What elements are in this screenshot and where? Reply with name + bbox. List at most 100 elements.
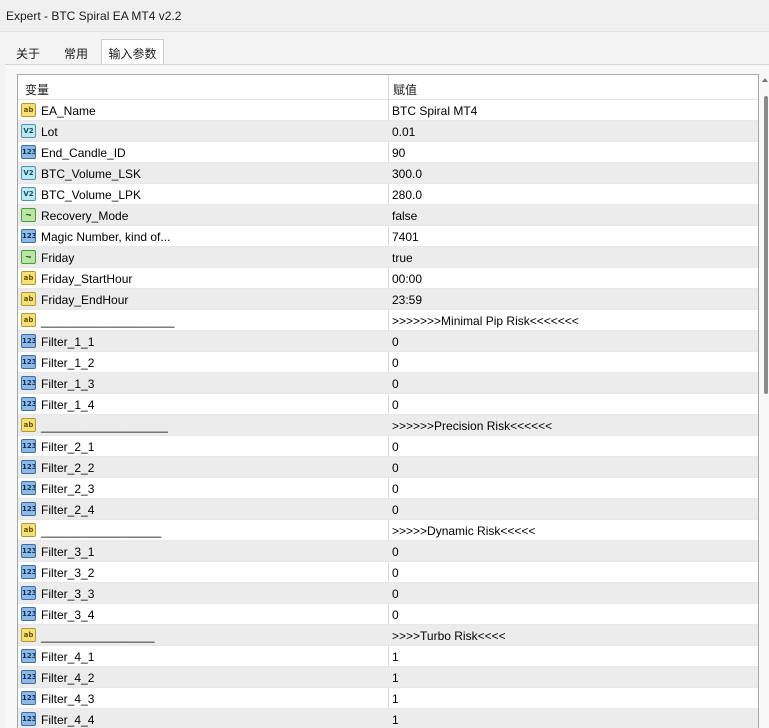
string-icon: ab — [21, 628, 36, 642]
table-row[interactable]: 123 Filter_3_4 0 — [18, 604, 758, 625]
parameter-value[interactable]: 0.01 — [392, 125, 415, 139]
integer-icon: 123 — [21, 670, 36, 684]
table-row[interactable]: 123 Filter_2_4 0 — [18, 499, 758, 520]
table-row[interactable]: 123 Filter_2_2 0 — [18, 457, 758, 478]
parameter-name: Filter_3_2 — [41, 566, 95, 580]
parameter-name: Filter_4_4 — [41, 713, 95, 727]
table-row[interactable]: ab Friday_StartHour 00:00 — [18, 268, 758, 289]
parameter-name: __________________ — [41, 524, 162, 538]
parameter-value[interactable]: 0 — [392, 608, 399, 622]
table-row[interactable]: ⏦ Recovery_Mode false — [18, 205, 758, 226]
string-icon: ab — [21, 292, 36, 306]
parameter-value[interactable]: 0 — [392, 398, 399, 412]
table-row[interactable]: 123 Filter_1_2 0 — [18, 352, 758, 373]
parameter-name: Filter_4_1 — [41, 650, 95, 664]
double-icon: V2 — [21, 124, 36, 138]
parameter-value[interactable]: 1 — [392, 650, 399, 664]
parameter-name: Recovery_Mode — [41, 209, 129, 223]
parameter-name: Filter_1_2 — [41, 356, 95, 370]
parameter-name: Lot — [41, 125, 58, 139]
parameter-value[interactable]: 0 — [392, 440, 399, 454]
parameter-name: Filter_4_2 — [41, 671, 95, 685]
double-icon: V2 — [21, 187, 36, 201]
parameter-value[interactable]: false — [392, 209, 417, 223]
parameter-value[interactable]: 1 — [392, 692, 399, 706]
parameter-value[interactable]: >>>>Turbo Risk<<<< — [392, 629, 506, 643]
tab-inputs[interactable]: 输入参数 — [101, 39, 164, 67]
table-row[interactable]: 123 Filter_4_1 1 — [18, 646, 758, 667]
column-header-value[interactable]: 赋值 — [393, 81, 417, 98]
parameter-value[interactable]: 0 — [392, 377, 399, 391]
parameter-value[interactable]: 23:59 — [392, 293, 422, 307]
parameter-name: BTC_Volume_LPK — [41, 188, 142, 202]
parameter-value[interactable]: 300.0 — [392, 167, 422, 181]
scrollbar-thumb[interactable] — [764, 96, 768, 394]
parameter-name: Friday_EndHour — [41, 293, 129, 307]
table-row[interactable]: ab __________________ >>>>>Dynamic Risk<<<… — [18, 520, 758, 541]
table-row[interactable]: 123 Magic Number, kind of... 7401 — [18, 226, 758, 247]
string-icon: ab — [21, 271, 36, 285]
parameter-name: Filter_1_3 — [41, 377, 95, 391]
column-header-variable[interactable]: 变量 — [25, 81, 49, 98]
parameter-value[interactable]: 0 — [392, 461, 399, 475]
table-row[interactable]: V2 Lot 0.01 — [18, 121, 758, 142]
parameter-value[interactable]: 0 — [392, 503, 399, 517]
table-row[interactable]: ⏦ Friday true — [18, 247, 758, 268]
parameter-value[interactable]: 0 — [392, 482, 399, 496]
parameter-value[interactable]: 00:00 — [392, 272, 422, 286]
table-row[interactable]: V2 BTC_Volume_LSK 300.0 — [18, 163, 758, 184]
parameter-value[interactable]: 0 — [392, 545, 399, 559]
parameter-name: Filter_2_2 — [41, 461, 95, 475]
integer-icon: 123 — [21, 439, 36, 453]
table-row[interactable]: 123 Filter_1_4 0 — [18, 394, 758, 415]
parameter-value[interactable]: >>>>>Dynamic Risk<<<<< — [392, 524, 535, 538]
parameter-name: ____________________ — [41, 314, 175, 328]
parameter-value[interactable]: >>>>>>Precision Risk<<<<<< — [392, 419, 552, 433]
parameter-value[interactable]: BTC Spiral MT4 — [392, 104, 477, 118]
parameter-value[interactable]: 0 — [392, 587, 399, 601]
table-row[interactable]: 123 Filter_2_1 0 — [18, 436, 758, 457]
parameter-value[interactable]: 7401 — [392, 230, 419, 244]
parameter-name: Magic Number, kind of... — [41, 230, 171, 244]
parameter-name: Filter_3_4 — [41, 608, 95, 622]
table-row[interactable]: ab _________________ >>>>Turbo Risk<<<< — [18, 625, 758, 646]
parameter-name: Friday — [41, 251, 75, 265]
table-row[interactable]: 123 Filter_1_3 0 — [18, 373, 758, 394]
integer-icon: 123 — [21, 502, 36, 516]
table-row[interactable]: V2 BTC_Volume_LPK 280.0 — [18, 184, 758, 205]
parameter-name: Filter_2_4 — [41, 503, 95, 517]
tab-common[interactable]: 常用 — [51, 41, 101, 65]
parameter-value[interactable]: 90 — [392, 146, 405, 160]
parameter-value[interactable]: >>>>>>>Minimal Pip Risk<<<<<<< — [392, 314, 579, 328]
table-row[interactable]: 123 Filter_3_2 0 — [18, 562, 758, 583]
parameter-value[interactable]: 0 — [392, 566, 399, 580]
table-row[interactable]: ab ____________________ >>>>>>>Minimal Pip… — [18, 310, 758, 331]
parameter-value[interactable]: 1 — [392, 671, 399, 685]
input-parameters-table: 变量 赋值 ab EA_Name BTC Spiral MT4 V2 Lot 0.01 12… — [17, 74, 759, 728]
vertical-scrollbar[interactable] — [759, 74, 769, 728]
parameter-name: Filter_4_3 — [41, 692, 95, 706]
table-row[interactable]: ab Friday_EndHour 23:59 — [18, 289, 758, 310]
parameter-value[interactable]: 0 — [392, 356, 399, 370]
table-row[interactable]: 123 Filter_4_2 1 — [18, 667, 758, 688]
parameter-value[interactable]: 280.0 — [392, 188, 422, 202]
parameter-name: Filter_3_1 — [41, 545, 95, 559]
table-row[interactable]: 123 Filter_3_1 0 — [18, 541, 758, 562]
parameter-name: End_Candle_ID — [41, 146, 126, 160]
table-row[interactable]: 123 Filter_1_1 0 — [18, 331, 758, 352]
parameter-name: Friday_StartHour — [41, 272, 133, 286]
table-row[interactable]: 123 Filter_2_3 0 — [18, 478, 758, 499]
parameter-value[interactable]: 1 — [392, 713, 399, 727]
table-row[interactable]: ab ___________________ >>>>>>Precision Ris… — [18, 415, 758, 436]
integer-icon: 123 — [21, 376, 36, 390]
parameter-value[interactable]: true — [392, 251, 413, 265]
table-row[interactable]: 123 End_Candle_ID 90 — [18, 142, 758, 163]
scroll-up-arrow-icon[interactable] — [762, 78, 768, 82]
table-row[interactable]: ab EA_Name BTC Spiral MT4 — [18, 100, 758, 121]
table-row[interactable]: 123 Filter_4_3 1 — [18, 688, 758, 709]
table-row[interactable]: 123 Filter_3_3 0 — [18, 583, 758, 604]
parameter-value[interactable]: 0 — [392, 335, 399, 349]
integer-icon: 123 — [21, 649, 36, 663]
table-row[interactable]: 123 Filter_4_4 1 — [18, 709, 758, 728]
tab-about[interactable]: 关于 — [5, 41, 51, 65]
